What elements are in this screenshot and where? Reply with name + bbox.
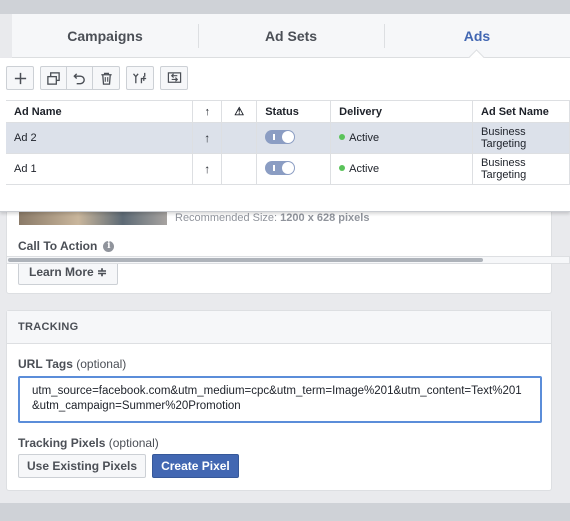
delivery-text: Active [349,163,380,175]
call-to-action-label-row: Call To Action i [18,239,115,253]
url-tags-optional: (optional) [76,357,127,371]
create-pixel-button[interactable]: Create Pixel [152,454,239,478]
col-ad-name[interactable]: Ad Name [6,100,194,123]
tracking-card: TRACKING URL Tags (optional) utm_source=… [6,310,552,491]
recommended-size-text: Recommended Size: 1200 x 628 pixels [175,212,369,224]
bottom-edge-bar [0,503,570,521]
col-arrow[interactable]: ↑ [192,100,223,123]
warning-cell [221,122,258,154]
split-group [126,66,154,90]
top-edge-bar [0,0,570,14]
edit-group [40,66,120,90]
creative-card: Recommended Size: 1200 x 628 pixels Call… [6,198,552,294]
tab-campaigns[interactable]: Campaigns [12,14,198,57]
trash-icon[interactable] [93,67,119,89]
ad-name-cell[interactable]: Ad 2 [6,122,194,154]
tab-ads[interactable]: Ads [384,14,570,57]
export-group [160,66,188,90]
scrollbar-thumb[interactable] [8,258,483,262]
col-warning[interactable]: ⚠ [221,100,258,123]
delivery-cell: Active [330,153,473,185]
active-dot-icon [339,165,346,171]
horizontal-scrollbar[interactable] [6,256,570,264]
col-ad-set-name[interactable]: Ad Set Name [472,100,570,123]
tracking-pixels-title: Tracking Pixels [18,436,106,450]
tracking-header: TRACKING [7,311,551,344]
status-toggle[interactable] [265,129,296,144]
status-cell [256,122,332,154]
use-existing-pixels-button[interactable]: Use Existing Pixels [18,454,147,478]
ad-name-cell[interactable]: Ad 1 [6,153,194,185]
url-tags-input[interactable]: utm_source=facebook.com&utm_medium=cpc&u… [18,376,542,423]
plus-icon[interactable] [7,67,33,89]
recommended-size-label: Recommended Size: [175,212,278,224]
tab-ad-sets[interactable]: Ad Sets [198,14,384,57]
delivery-text: Active [349,132,380,144]
ads-toolbar [6,66,188,90]
tracking-pixels-optional: (optional) [108,436,159,450]
arrow-cell: ↑ [192,153,223,185]
level-tabs: Campaigns Ad Sets Ads [12,14,570,58]
call-to-action-label: Call To Action [18,239,98,253]
table-header-row: Ad Name ↑ ⚠ Status Delivery Ad Set Name [6,100,570,123]
tracking-pixels-label: Tracking Pixels (optional) [18,436,159,450]
ad-set-cell[interactable]: Business Targeting [472,122,570,154]
create-group [6,66,34,90]
info-icon[interactable]: i [103,240,115,252]
ads-list-panel: Ad Name ↑ ⚠ Status Delivery Ad Set Name … [0,58,570,264]
url-tags-title: URL Tags [18,357,73,371]
status-toggle[interactable] [265,160,296,175]
active-dot-icon [339,134,346,140]
ads-table: Ad Name ↑ ⚠ Status Delivery Ad Set Name … [6,100,570,185]
duplicate-icon[interactable] [41,67,67,89]
col-delivery[interactable]: Delivery [330,100,473,123]
url-tags-label: URL Tags (optional) [18,357,126,371]
tracking-pixel-buttons: Use Existing Pixels Create Pixel [18,454,239,478]
table-row[interactable]: Ad 2 ↑ Active Business Targeting [6,122,570,154]
table-row[interactable]: Ad 1 ↑ Active Business Targeting [6,153,570,185]
split-icon[interactable] [127,67,153,89]
export-icon[interactable] [161,67,187,89]
status-cell [256,153,332,185]
ad-set-cell[interactable]: Business Targeting [472,153,570,185]
delivery-cell: Active [330,122,473,154]
arrow-cell: ↑ [192,122,223,154]
recommended-size-value: 1200 x 628 pixels [280,212,370,224]
warning-cell [221,153,258,185]
undo-icon[interactable] [67,67,93,89]
col-status[interactable]: Status [256,100,332,123]
